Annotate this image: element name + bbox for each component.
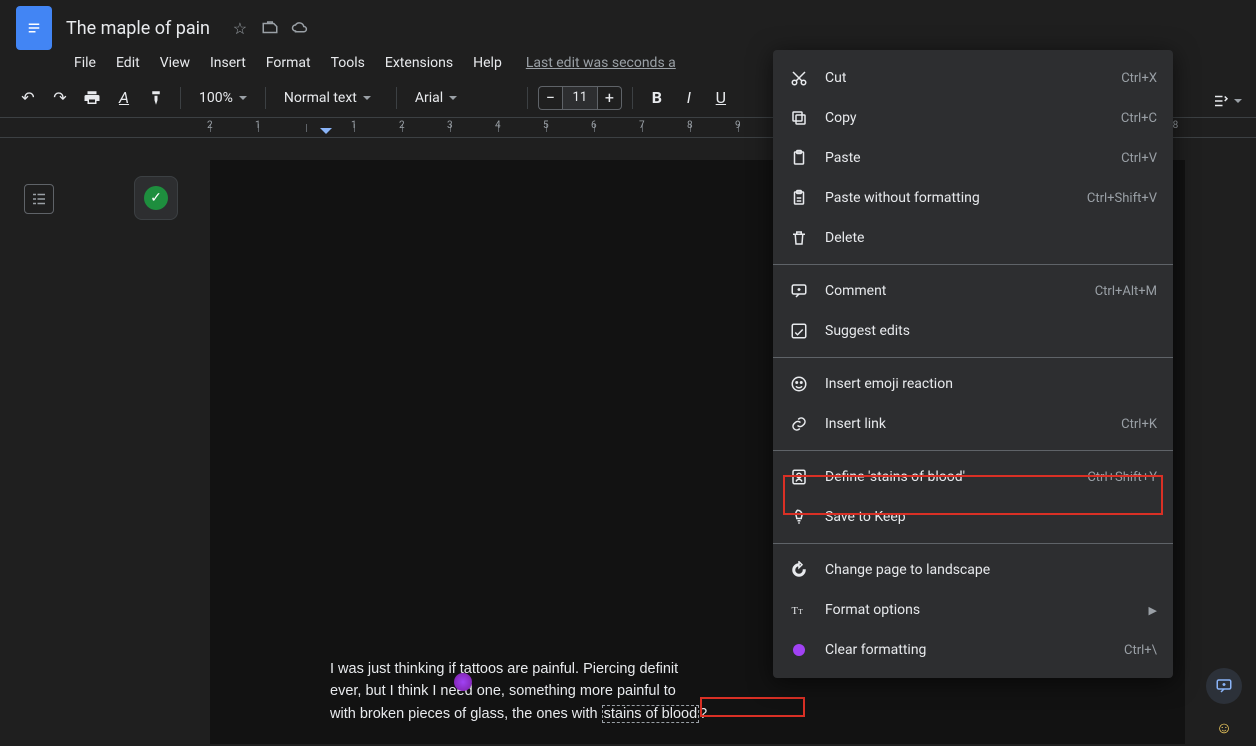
menu-label: Define 'stains of blood' bbox=[825, 469, 1071, 485]
cut-icon bbox=[789, 69, 809, 87]
format-icon: TT bbox=[789, 601, 809, 619]
italic-button[interactable]: I bbox=[675, 84, 703, 112]
menu-file[interactable]: File bbox=[66, 51, 104, 75]
menu-help[interactable]: Help bbox=[465, 51, 510, 75]
selected-text[interactable]: stains of blood bbox=[602, 705, 700, 723]
menu-label: Insert link bbox=[825, 416, 1105, 432]
menu-item-format[interactable]: TT Format options ▶ bbox=[773, 590, 1173, 630]
clear-icon bbox=[789, 641, 809, 659]
menu-item-rotate[interactable]: Change page to landscape bbox=[773, 550, 1173, 590]
menu-label: Cut bbox=[825, 70, 1105, 86]
menu-shortcut: Ctrl+X bbox=[1121, 71, 1157, 86]
emoji-icon bbox=[789, 375, 809, 393]
font-size-increase[interactable]: + bbox=[598, 86, 622, 110]
menu-label: Comment bbox=[825, 283, 1079, 299]
menu-shortcut: Ctrl+K bbox=[1121, 417, 1157, 432]
add-emoji-fab[interactable]: ☺ bbox=[1206, 710, 1242, 746]
menu-item-paste[interactable]: Paste Ctrl+V bbox=[773, 138, 1173, 178]
font-size-decrease[interactable]: − bbox=[538, 86, 562, 110]
caret-down-icon bbox=[363, 96, 371, 104]
menu-format[interactable]: Format bbox=[258, 51, 319, 75]
outline-toggle[interactable] bbox=[24, 184, 54, 214]
link-icon bbox=[789, 415, 809, 433]
menu-item-delete[interactable]: Delete bbox=[773, 218, 1173, 258]
paste-plain-icon bbox=[789, 189, 809, 207]
docs-logo[interactable] bbox=[16, 6, 52, 50]
svg-text:T: T bbox=[792, 606, 799, 617]
menu-shortcut: Ctrl+Shift+V bbox=[1087, 191, 1157, 206]
keep-icon bbox=[789, 508, 809, 526]
cloud-status-icon[interactable] bbox=[290, 18, 310, 38]
delete-icon bbox=[789, 229, 809, 247]
caret-down-icon bbox=[449, 96, 457, 104]
menu-view[interactable]: View bbox=[152, 51, 198, 75]
menu-item-suggest[interactable]: Suggest edits bbox=[773, 311, 1173, 351]
paste-icon bbox=[789, 149, 809, 167]
rotate-icon bbox=[789, 561, 809, 579]
copy-icon bbox=[789, 109, 809, 127]
collaborator-cursor-icon bbox=[454, 673, 472, 691]
menu-shortcut: Ctrl+Alt+M bbox=[1095, 284, 1157, 299]
menu-label: Save to Keep bbox=[825, 509, 1141, 525]
menu-item-cut[interactable]: Cut Ctrl+X bbox=[773, 58, 1173, 98]
menu-label: Insert emoji reaction bbox=[825, 376, 1141, 392]
menu-label: Paste without formatting bbox=[825, 190, 1071, 206]
spellcheck-button[interactable]: A bbox=[110, 84, 138, 112]
font-select[interactable]: Arial bbox=[407, 84, 517, 112]
menu-label: Change page to landscape bbox=[825, 562, 1141, 578]
menu-insert[interactable]: Insert bbox=[202, 51, 254, 75]
menu-shortcut: Ctrl+Shift+Y bbox=[1087, 470, 1157, 485]
menu-shortcut: Ctrl+C bbox=[1121, 111, 1157, 126]
menu-label: Paste bbox=[825, 150, 1105, 166]
menu-item-define[interactable]: Define 'stains of blood' Ctrl+Shift+Y bbox=[773, 457, 1173, 497]
last-edit-link[interactable]: Last edit was seconds a bbox=[526, 55, 676, 71]
underline-button[interactable]: U bbox=[707, 84, 735, 112]
caret-down-icon bbox=[239, 96, 247, 104]
suggest-icon bbox=[789, 322, 809, 340]
menu-shortcut: Ctrl+V bbox=[1121, 151, 1157, 166]
document-title[interactable]: The maple of pain bbox=[66, 18, 210, 39]
editing-mode-select[interactable] bbox=[1212, 92, 1242, 110]
comment-icon bbox=[789, 282, 809, 300]
svg-text:T: T bbox=[798, 607, 803, 616]
menu-item-comment[interactable]: Comment Ctrl+Alt+M bbox=[773, 271, 1173, 311]
menu-label: Copy bbox=[825, 110, 1105, 126]
redo-button[interactable]: ↷ bbox=[46, 84, 74, 112]
context-menu: Cut Ctrl+X Copy Ctrl+C Paste Ctrl+V Paste with… bbox=[773, 50, 1173, 678]
menu-item-clear[interactable]: Clear formatting Ctrl+\ bbox=[773, 630, 1173, 670]
menu-item-link[interactable]: Insert link Ctrl+K bbox=[773, 404, 1173, 444]
define-icon bbox=[789, 468, 809, 486]
menu-item-copy[interactable]: Copy Ctrl+C bbox=[773, 98, 1173, 138]
menu-label: Format options bbox=[825, 602, 1133, 618]
menu-label: Clear formatting bbox=[825, 642, 1108, 658]
undo-button[interactable]: ↶ bbox=[14, 84, 42, 112]
paint-format-button[interactable] bbox=[142, 84, 170, 112]
indent-marker-icon[interactable] bbox=[320, 128, 332, 138]
bold-button[interactable]: B bbox=[643, 84, 671, 112]
caret-down-icon bbox=[1234, 99, 1242, 107]
menu-edit[interactable]: Edit bbox=[108, 51, 148, 75]
menu-extensions[interactable]: Extensions bbox=[377, 51, 461, 75]
menu-shortcut: Ctrl+\ bbox=[1124, 643, 1157, 658]
menu-tools[interactable]: Tools bbox=[323, 51, 373, 75]
menu-item-emoji[interactable]: Insert emoji reaction bbox=[773, 364, 1173, 404]
chevron-right-icon: ▶ bbox=[1149, 604, 1157, 617]
menu-label: Suggest edits bbox=[825, 323, 1141, 339]
spelling-check-badge[interactable]: ✓ bbox=[134, 176, 178, 220]
star-icon[interactable]: ☆ bbox=[230, 18, 250, 38]
menu-item-paste-plain[interactable]: Paste without formatting Ctrl+Shift+V bbox=[773, 178, 1173, 218]
paragraph-style-select[interactable]: Normal text bbox=[276, 84, 386, 112]
print-button[interactable] bbox=[78, 84, 106, 112]
menu-item-keep[interactable]: Save to Keep bbox=[773, 497, 1173, 537]
font-size-input[interactable]: 11 bbox=[562, 86, 598, 110]
move-icon[interactable] bbox=[260, 18, 280, 38]
zoom-select[interactable]: 100% bbox=[191, 84, 255, 112]
add-comment-fab[interactable] bbox=[1206, 668, 1242, 704]
menu-label: Delete bbox=[825, 230, 1141, 246]
